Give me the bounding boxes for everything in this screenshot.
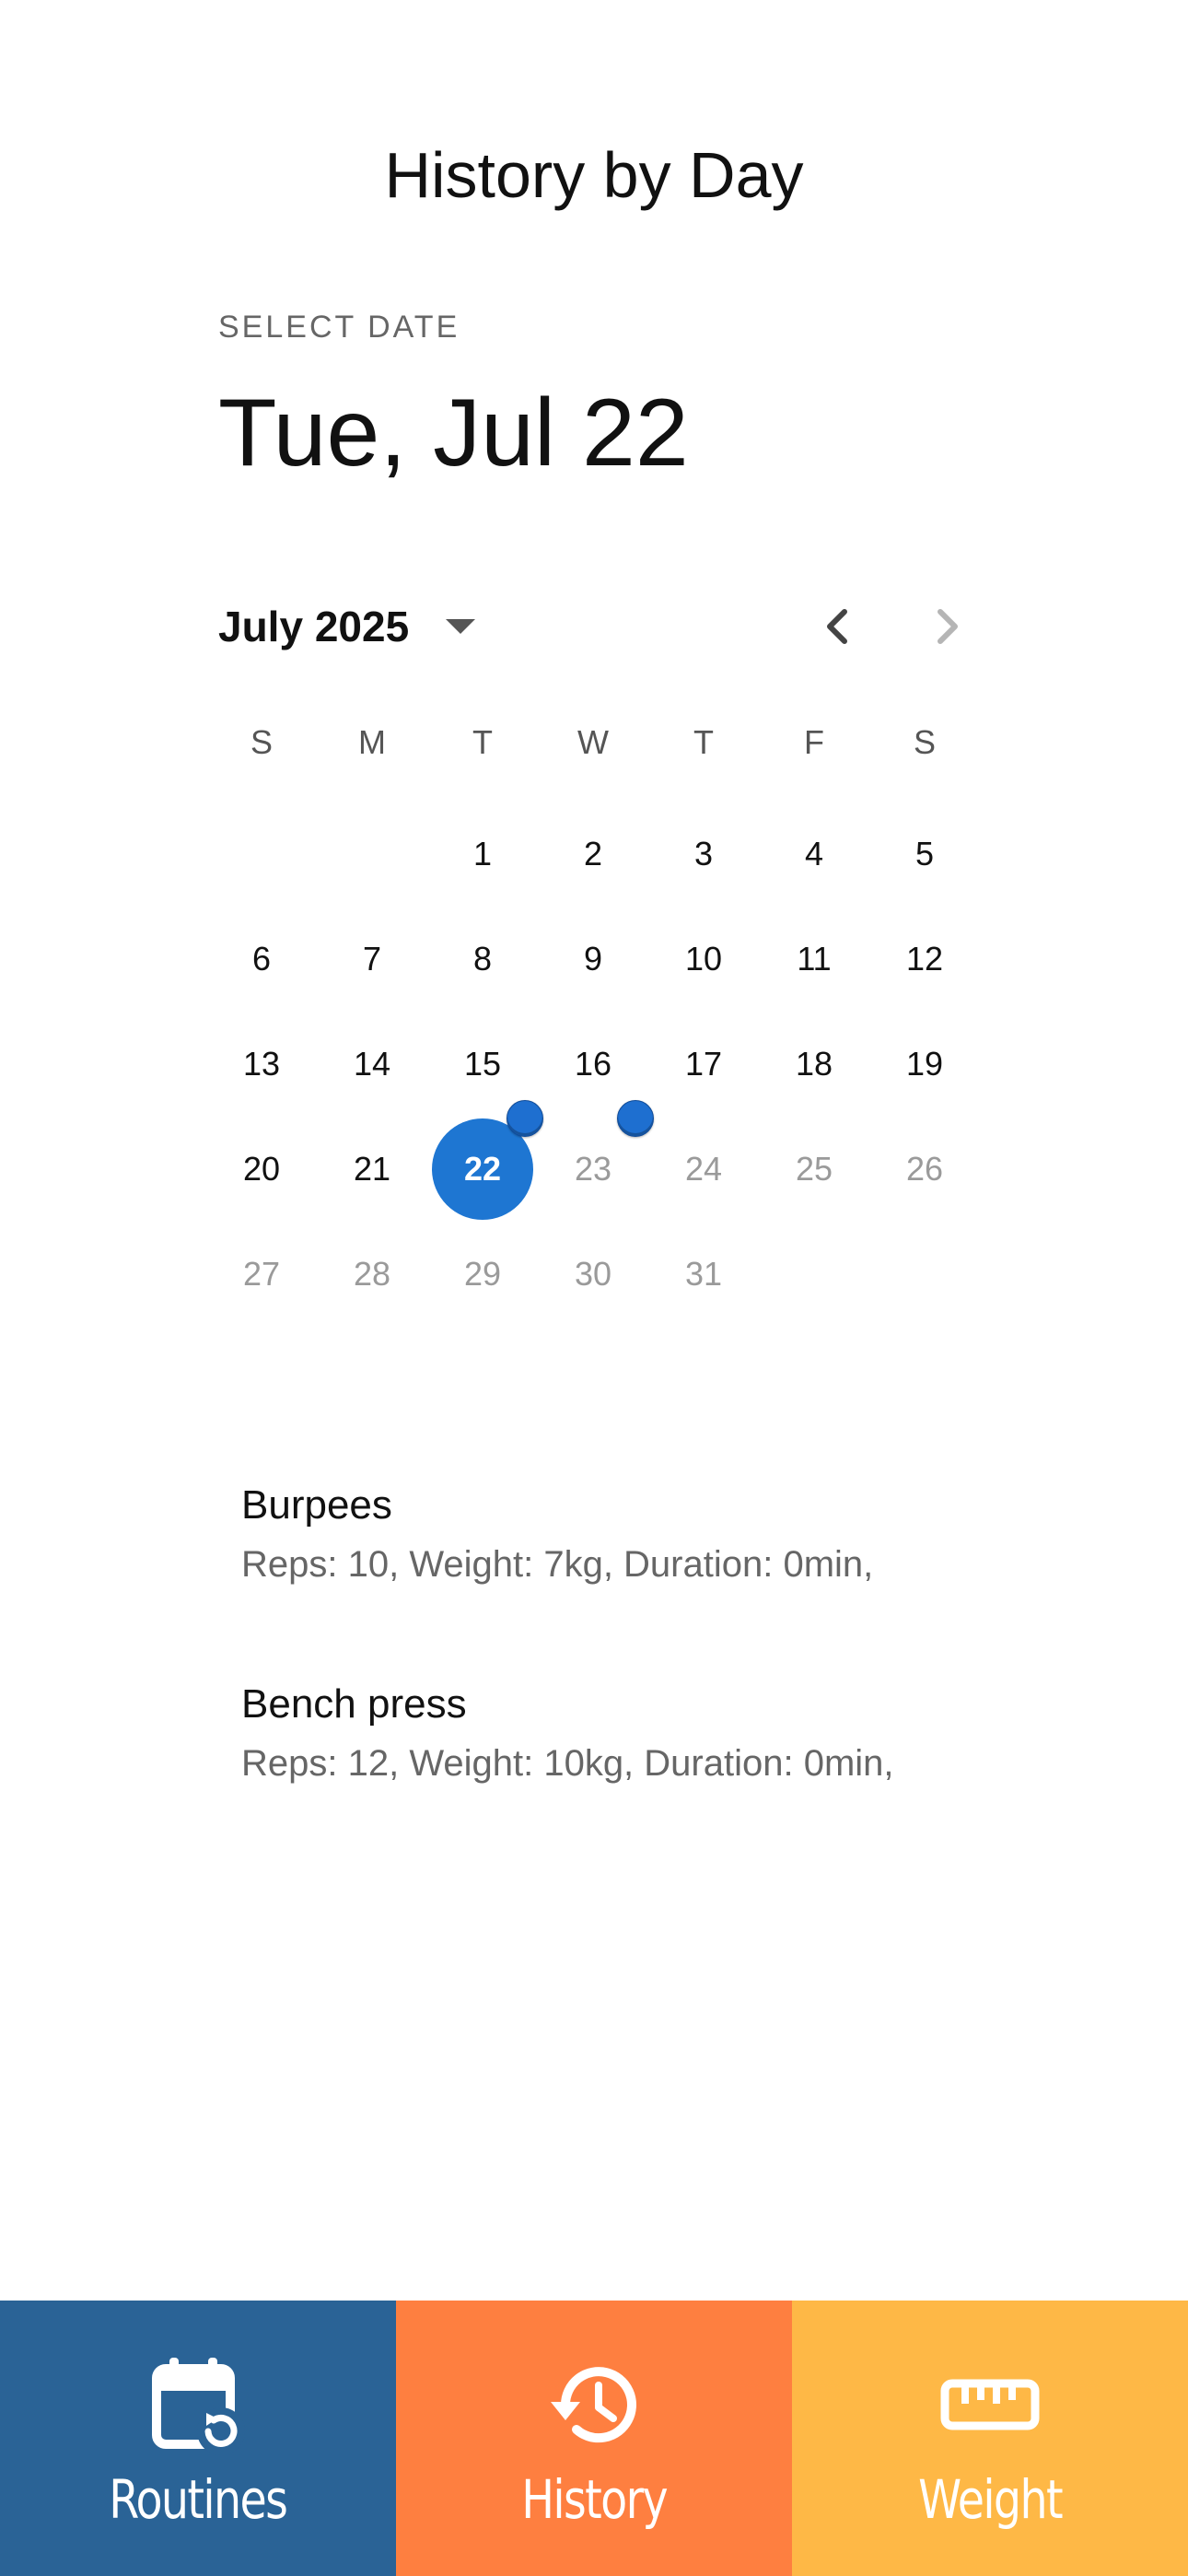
day-number: 16 bbox=[574, 1045, 612, 1083]
day-number: 13 bbox=[242, 1045, 281, 1083]
calendar-day[interactable]: 8 bbox=[427, 907, 538, 1012]
calendar-day[interactable]: 3 bbox=[648, 802, 759, 907]
day-number: 20 bbox=[242, 1150, 281, 1188]
day-number: 7 bbox=[362, 940, 382, 978]
calendar-day[interactable]: 6 bbox=[206, 907, 317, 1012]
exercise-details: Reps: 12, Weight: 10kg, Duration: 0min, bbox=[241, 1743, 894, 1784]
calendar-day[interactable]: 11 bbox=[759, 907, 869, 1012]
select-date-label: SELECT DATE bbox=[218, 310, 460, 345]
tab-label: Routines bbox=[109, 2468, 288, 2531]
weekday-label: S bbox=[913, 723, 936, 761]
weekday-label: S bbox=[250, 723, 273, 761]
calendar-day: 30 bbox=[538, 1222, 648, 1327]
day-number: 18 bbox=[795, 1045, 833, 1083]
calendar-day[interactable]: 4 bbox=[759, 802, 869, 907]
day-number: 22 bbox=[463, 1150, 502, 1188]
event-marker-dot bbox=[507, 1100, 543, 1137]
bottom-navigation: Routines History Weight bbox=[0, 2301, 1188, 2576]
previous-month-button[interactable] bbox=[800, 590, 874, 663]
calendar-day[interactable]: 12 bbox=[869, 907, 980, 1012]
caret-down-icon bbox=[446, 619, 476, 634]
day-number: 24 bbox=[684, 1150, 723, 1188]
weekday-label: T bbox=[472, 723, 493, 761]
day-number: 6 bbox=[251, 940, 272, 978]
day-number: 1 bbox=[472, 835, 493, 872]
calendar-day[interactable]: 1 bbox=[427, 802, 538, 907]
ruler-icon bbox=[940, 2379, 1040, 2430]
day-number: 23 bbox=[574, 1150, 612, 1188]
chevron-right-icon bbox=[938, 609, 958, 644]
tab-routines[interactable]: Routines bbox=[0, 2301, 396, 2576]
tab-label: History bbox=[521, 2468, 668, 2531]
day-number: 3 bbox=[693, 835, 714, 872]
day-number: 5 bbox=[914, 835, 935, 872]
day-number: 17 bbox=[684, 1045, 723, 1083]
event-marker-dot bbox=[617, 1100, 654, 1137]
calendar-day: 31 bbox=[648, 1222, 759, 1327]
calendar-day[interactable]: 10 bbox=[648, 907, 759, 1012]
day-number: 29 bbox=[463, 1255, 502, 1293]
day-number: 30 bbox=[574, 1255, 612, 1293]
calendar-day[interactable]: 7 bbox=[317, 907, 427, 1012]
day-number: 19 bbox=[905, 1045, 944, 1083]
exercise-name: Bench press bbox=[241, 1681, 467, 1727]
page-title: History by Day bbox=[384, 139, 804, 211]
calendar-day[interactable]: 18 bbox=[759, 1012, 869, 1117]
next-month-button[interactable] bbox=[911, 590, 984, 663]
day-number: 2 bbox=[583, 835, 603, 872]
day-number: 10 bbox=[684, 940, 723, 978]
history-entry: Bench press Reps: 12, Weight: 10kg, Dura… bbox=[241, 1679, 1070, 1787]
day-number: 8 bbox=[472, 940, 493, 978]
day-number: 12 bbox=[905, 940, 944, 978]
calendar-day-grid: 1 2 3 4 5 6 7 8 9 10 11 12 13 14 15 16 17 18 19 20 21 22 23 24 2… bbox=[206, 802, 980, 1327]
calendar-day: 25 bbox=[759, 1117, 869, 1222]
selected-date-headline: Tue, Jul 22 bbox=[218, 380, 689, 486]
month-navigation: July 2025 bbox=[218, 590, 970, 663]
calendar-day[interactable]: 2 bbox=[538, 802, 648, 907]
day-number: 21 bbox=[353, 1150, 391, 1188]
tab-label: Weight bbox=[918, 2468, 1064, 2531]
day-number: 28 bbox=[353, 1255, 391, 1293]
weekday-header: SMTWTFS bbox=[206, 715, 980, 770]
day-number: 14 bbox=[353, 1045, 391, 1083]
exercise-name: Burpees bbox=[241, 1482, 392, 1528]
calendar-day[interactable]: 19 bbox=[869, 1012, 980, 1117]
exercise-details: Reps: 10, Weight: 7kg, Duration: 0min, bbox=[241, 1544, 874, 1585]
calendar-day[interactable]: 5 bbox=[869, 802, 980, 907]
day-number: 27 bbox=[242, 1255, 281, 1293]
calendar-repeat-icon bbox=[152, 2358, 245, 2455]
calendar-day: 26 bbox=[869, 1117, 980, 1222]
month-year-label: July 2025 bbox=[218, 603, 410, 650]
calendar-day[interactable]: 14 bbox=[317, 1012, 427, 1117]
tab-history[interactable]: History bbox=[396, 2301, 792, 2576]
calendar-day: 24 bbox=[648, 1117, 759, 1222]
weekday-label: M bbox=[358, 723, 386, 761]
day-number: 4 bbox=[804, 835, 824, 872]
month-year-dropdown[interactable]: July 2025 bbox=[218, 590, 476, 663]
calendar-day: 27 bbox=[206, 1222, 317, 1327]
calendar-day: 28 bbox=[317, 1222, 427, 1327]
day-number: 31 bbox=[684, 1255, 723, 1293]
calendar-day: 29 bbox=[427, 1222, 538, 1327]
day-number: 9 bbox=[583, 940, 603, 978]
tab-weight[interactable]: Weight bbox=[792, 2301, 1188, 2576]
day-number: 15 bbox=[463, 1045, 502, 1083]
calendar-day[interactable]: 13 bbox=[206, 1012, 317, 1117]
calendar-day[interactable]: 17 bbox=[648, 1012, 759, 1117]
weekday-label: T bbox=[693, 723, 714, 761]
day-number: 11 bbox=[797, 940, 832, 978]
day-number: 26 bbox=[905, 1150, 944, 1188]
history-icon bbox=[551, 2367, 636, 2443]
weekday-label: F bbox=[804, 723, 824, 761]
weekday-label: W bbox=[577, 723, 609, 761]
calendar-day[interactable]: 21 bbox=[317, 1117, 427, 1222]
calendar-day[interactable]: 9 bbox=[538, 907, 648, 1012]
day-number: 25 bbox=[795, 1150, 833, 1188]
calendar-day[interactable]: 20 bbox=[206, 1117, 317, 1222]
history-entry: Burpees Reps: 10, Weight: 7kg, Duration:… bbox=[241, 1480, 1070, 1588]
chevron-left-icon bbox=[827, 609, 847, 644]
